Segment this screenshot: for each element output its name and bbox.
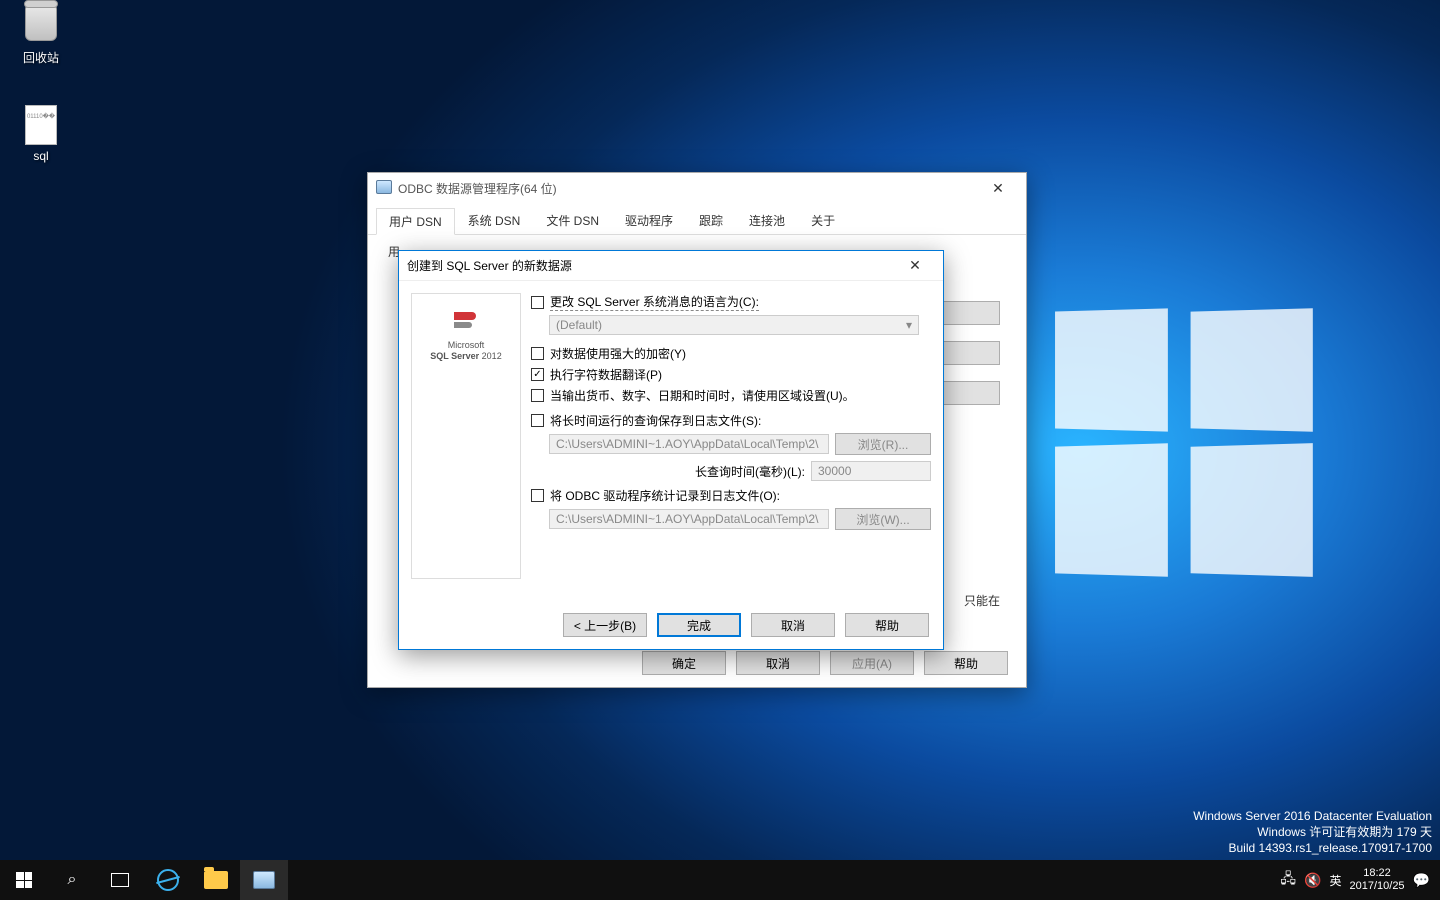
browse-stats-log-button[interactable]: 浏览(W)...: [835, 508, 931, 530]
wizard-titlebar[interactable]: 创建到 SQL Server 的新数据源 ✕: [399, 251, 943, 281]
label-regional: 当输出货币、数字、日期和时间时，请使用区域设置(U)。: [550, 387, 855, 404]
odbc-admin-icon: [253, 871, 275, 889]
watermark-line: Build 14393.rs1_release.170917-1700: [1193, 840, 1432, 856]
windows-watermark: Windows Server 2016 Datacenter Evaluatio…: [1193, 808, 1432, 856]
sql-server-brand-text: Microsoft SQL Server 2012: [430, 340, 501, 362]
brand-top: Microsoft: [448, 340, 485, 350]
input-long-query-time[interactable]: 30000: [811, 461, 931, 481]
row-strong-encrypt: 对数据使用强大的加密(Y): [531, 345, 931, 362]
label-save-long-query: 将长时间运行的查询保存到日志文件(S):: [550, 412, 761, 429]
sql-server-logo-icon: [454, 312, 478, 332]
back-button-label: < 上一步(B): [574, 617, 636, 634]
odbc-admin-buttons-row: 确定 取消 应用(A) 帮助: [642, 651, 1008, 675]
recycle-bin-icon: [21, 5, 61, 45]
tab-about[interactable]: 关于: [798, 207, 848, 234]
search-icon: ⌕: [68, 871, 77, 889]
desktop-icon-label: sql: [5, 149, 77, 163]
info-text-fragment: 只能在: [964, 592, 1000, 609]
taskbar-app-ie[interactable]: [144, 860, 192, 900]
taskbar-clock[interactable]: 18:22 2017/10/25: [1350, 867, 1405, 893]
close-icon[interactable]: ✕: [895, 251, 935, 280]
wizard-buttons-row: < 上一步(B) 完成 取消 帮助: [563, 613, 929, 637]
tab-file-dsn[interactable]: 文件 DSN: [533, 207, 612, 234]
volume-icon[interactable]: 🔇: [1304, 872, 1321, 889]
label-change-lang: 更改 SQL Server 系统消息的语言为(C):: [550, 293, 759, 311]
brand-main: SQL Server: [430, 351, 479, 361]
tab-trace[interactable]: 跟踪: [686, 207, 736, 234]
tab-drivers[interactable]: 驱动程序: [612, 207, 686, 234]
checkbox-regional[interactable]: [531, 389, 544, 402]
checkbox-save-long-query[interactable]: [531, 414, 544, 427]
task-view-button[interactable]: [96, 860, 144, 900]
input-query-log-path[interactable]: C:\Users\ADMINI~1.AOY\AppData\Local\Temp…: [549, 434, 829, 454]
odbc-admin-title: ODBC 数据源管理程序(64 位): [398, 180, 978, 197]
action-center-icon[interactable]: 💬: [1413, 872, 1430, 889]
row-query-log-path: C:\Users\ADMINI~1.AOY\AppData\Local\Temp…: [549, 433, 931, 455]
sqlserver-dsn-wizard: 创建到 SQL Server 的新数据源 ✕ Microsoft SQL Ser…: [398, 250, 944, 650]
taskbar[interactable]: ⌕ 🖧 🔇 英 18:22 2017/10/25 💬: [0, 860, 1440, 900]
label-strong-encrypt: 对数据使用强大的加密(Y): [550, 345, 686, 362]
sql-file-icon: [21, 105, 61, 145]
cancel-button[interactable]: 取消: [736, 651, 820, 675]
task-view-icon: [111, 873, 129, 887]
tab-user-dsn[interactable]: 用户 DSN: [376, 208, 455, 235]
finish-button[interactable]: 完成: [657, 613, 741, 637]
row-char-translate: 执行字符数据翻译(P): [531, 366, 931, 383]
ime-indicator[interactable]: 英: [1329, 872, 1341, 889]
row-save-long-query: 将长时间运行的查询保存到日志文件(S):: [531, 412, 931, 429]
apply-button[interactable]: 应用(A): [830, 651, 914, 675]
select-language-value: (Default): [556, 318, 602, 332]
odbc-admin-icon: [376, 180, 392, 196]
row-save-stats: 将 ODBC 驱动程序统计记录到日志文件(O):: [531, 487, 931, 504]
start-button[interactable]: [0, 860, 48, 900]
select-language[interactable]: (Default): [549, 315, 919, 335]
row-regional: 当输出货币、数字、日期和时间时，请使用区域设置(U)。: [531, 387, 931, 404]
ok-button[interactable]: 确定: [642, 651, 726, 675]
wizard-form: 更改 SQL Server 系统消息的语言为(C): (Default) 对数据…: [531, 293, 931, 579]
taskbar-app-explorer[interactable]: [192, 860, 240, 900]
tab-system-dsn[interactable]: 系统 DSN: [455, 207, 534, 234]
wizard-body: Microsoft SQL Server 2012 更改 SQL Server …: [399, 281, 943, 591]
desktop-icon-sql[interactable]: sql: [5, 105, 77, 163]
row-long-query-time: 长查询时间(毫秒)(L): 30000: [531, 461, 931, 481]
checkbox-char-translate[interactable]: [531, 368, 544, 381]
network-icon[interactable]: 🖧: [1280, 868, 1296, 892]
back-button[interactable]: < 上一步(B): [563, 613, 647, 637]
odbc-tabs: 用户 DSN 系统 DSN 文件 DSN 驱动程序 跟踪 连接池 关于: [368, 207, 1026, 235]
label-char-translate: 执行字符数据翻译(P): [550, 366, 662, 383]
help-button[interactable]: 帮助: [845, 613, 929, 637]
wizard-sidebar: Microsoft SQL Server 2012: [411, 293, 521, 579]
taskbar-app-odbc[interactable]: [240, 860, 288, 900]
close-icon[interactable]: ✕: [978, 173, 1018, 203]
label-save-stats: 将 ODBC 驱动程序统计记录到日志文件(O):: [550, 487, 780, 504]
row-change-lang: 更改 SQL Server 系统消息的语言为(C):: [531, 293, 931, 311]
watermark-line: Windows 许可证有效期为 179 天: [1193, 824, 1432, 840]
browse-query-log-button[interactable]: 浏览(R)...: [835, 433, 931, 455]
windows-start-icon: [16, 872, 32, 888]
odbc-admin-titlebar[interactable]: ODBC 数据源管理程序(64 位) ✕: [368, 173, 1026, 203]
help-button[interactable]: 帮助: [924, 651, 1008, 675]
clock-time: 18:22: [1350, 867, 1405, 880]
row-stats-log-path: C:\Users\ADMINI~1.AOY\AppData\Local\Temp…: [549, 508, 931, 530]
cancel-button[interactable]: 取消: [751, 613, 835, 637]
checkbox-change-lang[interactable]: [531, 296, 544, 309]
watermark-line: Windows Server 2016 Datacenter Evaluatio…: [1193, 808, 1432, 824]
desktop-icon-recycle-bin[interactable]: 回收站: [5, 5, 77, 66]
wizard-title: 创建到 SQL Server 的新数据源: [407, 257, 895, 274]
checkbox-strong-encrypt[interactable]: [531, 347, 544, 360]
brand-year: 2012: [482, 351, 502, 361]
desktop-icon-label: 回收站: [5, 49, 77, 66]
input-stats-log-path[interactable]: C:\Users\ADMINI~1.AOY\AppData\Local\Temp…: [549, 509, 829, 529]
file-explorer-icon: [204, 871, 228, 889]
clock-date: 2017/10/25: [1350, 880, 1405, 893]
search-button[interactable]: ⌕: [48, 860, 96, 900]
ie-icon: [157, 869, 179, 891]
windows-logo-art: [1050, 310, 1330, 590]
system-tray[interactable]: 🖧 🔇 英 18:22 2017/10/25 💬: [1270, 860, 1440, 900]
tab-pool[interactable]: 连接池: [736, 207, 798, 234]
checkbox-save-stats[interactable]: [531, 489, 544, 502]
label-long-query-time: 长查询时间(毫秒)(L):: [695, 463, 805, 480]
